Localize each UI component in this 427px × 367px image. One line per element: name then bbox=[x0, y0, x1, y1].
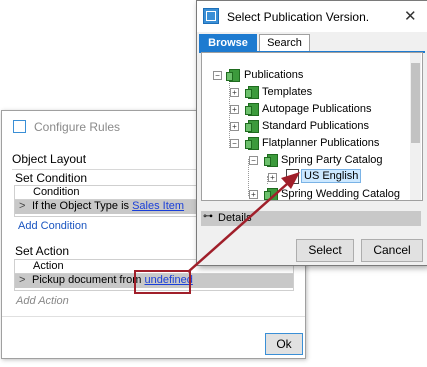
callout-arrow bbox=[187, 172, 300, 273]
